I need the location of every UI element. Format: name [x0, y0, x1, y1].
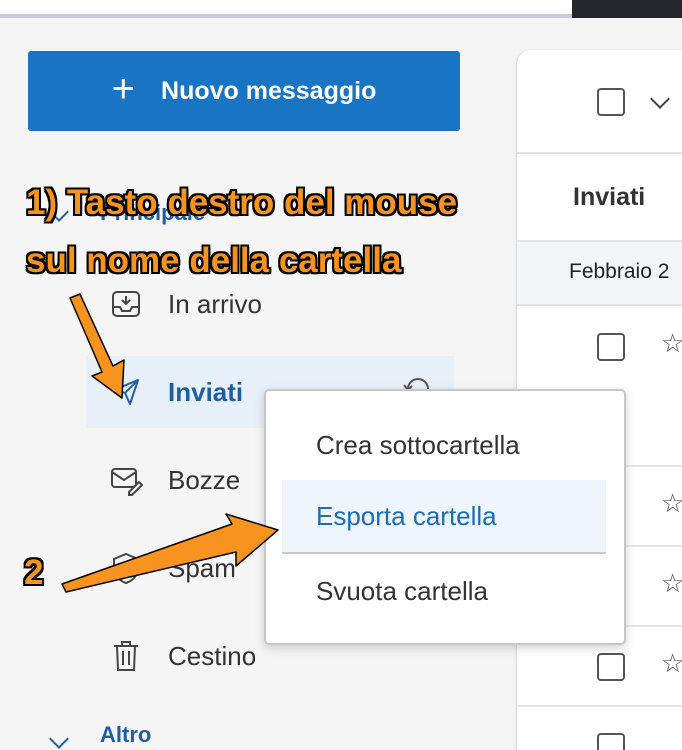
- annotation-step1-line1: 1) Tasto destro del mouse: [26, 183, 458, 222]
- new-message-label: Nuovo messaggio: [161, 76, 377, 105]
- annotation-step2: 2: [24, 553, 44, 592]
- divider: [517, 705, 682, 707]
- star-icon[interactable]: ☆: [661, 648, 682, 679]
- message-checkbox[interactable]: [597, 733, 625, 750]
- chevron-down-icon[interactable]: [650, 89, 670, 109]
- menu-item-create-subfolder[interactable]: Crea sottocartella: [282, 409, 606, 481]
- sidebar-item-label: In arrivo: [168, 288, 262, 319]
- inbox-icon: [106, 284, 146, 324]
- list-toolbar: [517, 50, 682, 154]
- star-icon[interactable]: ☆: [661, 568, 682, 599]
- message-checkbox[interactable]: [597, 333, 625, 361]
- drafts-icon: [106, 460, 146, 500]
- message-checkbox[interactable]: [597, 653, 625, 681]
- date-group-header: Febbraio 2: [517, 242, 682, 306]
- folder-title: Inviati: [573, 183, 646, 211]
- star-icon[interactable]: ☆: [661, 488, 682, 519]
- top-progress-bar: [0, 0, 572, 18]
- plus-icon: +: [111, 67, 136, 111]
- date-group-label: Febbraio 2: [569, 260, 670, 283]
- new-message-button[interactable]: + Nuovo messaggio: [28, 51, 460, 131]
- context-menu: Crea sottocartella Esporta cartella Svuo…: [264, 389, 626, 645]
- annotation-step1-line2: sul nome della cartella: [26, 241, 402, 280]
- select-all-checkbox[interactable]: [597, 88, 625, 116]
- spam-shield-icon: [106, 548, 146, 588]
- menu-item-export-folder[interactable]: Esporta cartella: [282, 480, 606, 552]
- top-bar-dark-segment: [572, 0, 682, 18]
- sidebar-item-label: Bozze: [168, 464, 241, 495]
- menu-divider: [282, 552, 606, 554]
- sidebar-item-label: Inviati: [168, 376, 244, 407]
- section-other-label[interactable]: Altro: [100, 722, 151, 748]
- star-icon[interactable]: ☆: [661, 328, 682, 359]
- chevron-down-icon[interactable]: [49, 729, 69, 749]
- sidebar-item-label: Spam: [168, 552, 236, 583]
- sidebar-item-label: Cestino: [168, 640, 257, 671]
- menu-item-empty-folder[interactable]: Svuota cartella: [282, 555, 606, 627]
- trash-icon: [106, 636, 146, 676]
- send-icon: [106, 372, 146, 412]
